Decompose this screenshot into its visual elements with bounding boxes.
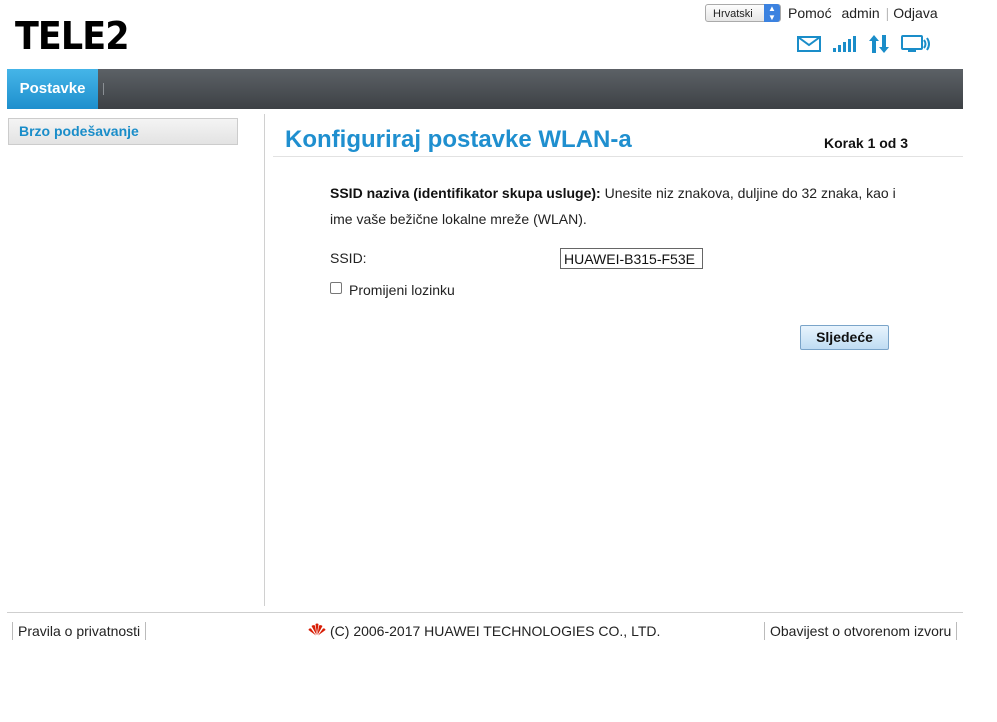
username-label: admin: [841, 5, 880, 21]
top-link-separator: |: [885, 5, 890, 21]
step-indicator: Korak 1 od 3: [824, 135, 909, 151]
signal-icon: [833, 36, 857, 52]
ssid-label: SSID:: [330, 250, 367, 266]
next-button[interactable]: Sljedeće: [800, 325, 889, 350]
help-link[interactable]: Pomoć: [788, 5, 832, 21]
select-arrows-icon: ▲ ▼: [764, 4, 780, 22]
header: TELE2 Hrvatski ▲ ▼ Pomoć admin | Odjava: [0, 0, 997, 68]
huawei-logo-icon: [308, 622, 326, 640]
language-select-value: Hrvatski: [713, 8, 753, 20]
ssid-description: SSID naziva (identifikator skupa usluge)…: [330, 180, 910, 232]
status-icons: [797, 34, 931, 54]
change-password-label: Promijeni lozinku: [349, 282, 455, 298]
page-title: Konfiguriraj postavke WLAN-a: [285, 126, 632, 153]
language-select[interactable]: Hrvatski ▲ ▼: [705, 4, 781, 22]
title-divider: [273, 156, 963, 157]
logout-link[interactable]: Odjava: [893, 5, 937, 21]
copyright-notice: (C) 2006-2017 HUAWEI TECHNOLOGIES CO., L…: [308, 622, 660, 640]
ssid-input[interactable]: [560, 248, 703, 269]
tab-settings[interactable]: Postavke: [7, 69, 98, 109]
ssid-description-heading: SSID naziva (identifikator skupa usluge)…: [330, 185, 601, 201]
vertical-divider: [264, 114, 265, 606]
footer-divider: [7, 612, 963, 613]
change-password-checkbox[interactable]: [330, 282, 342, 294]
nav-separator: [103, 83, 104, 95]
top-links: Pomoć admin | Odjava: [788, 4, 944, 22]
sidebar-item-quick-setup[interactable]: Brzo podešavanje: [8, 118, 238, 145]
mail-icon[interactable]: [797, 36, 821, 52]
monitor-icon[interactable]: [901, 35, 931, 53]
copyright-text: (C) 2006-2017 HUAWEI TECHNOLOGIES CO., L…: [330, 623, 661, 639]
privacy-policy-link[interactable]: Pravila o privatnosti: [12, 622, 147, 640]
open-source-notice-link[interactable]: Obavijest o otvorenom izvoru: [764, 622, 958, 640]
change-password-row: Promijeni lozinku: [330, 281, 455, 299]
tele2-logo: TELE2: [15, 14, 130, 58]
main-navbar: Postavke: [7, 69, 963, 109]
data-transfer-icon: [869, 35, 889, 53]
